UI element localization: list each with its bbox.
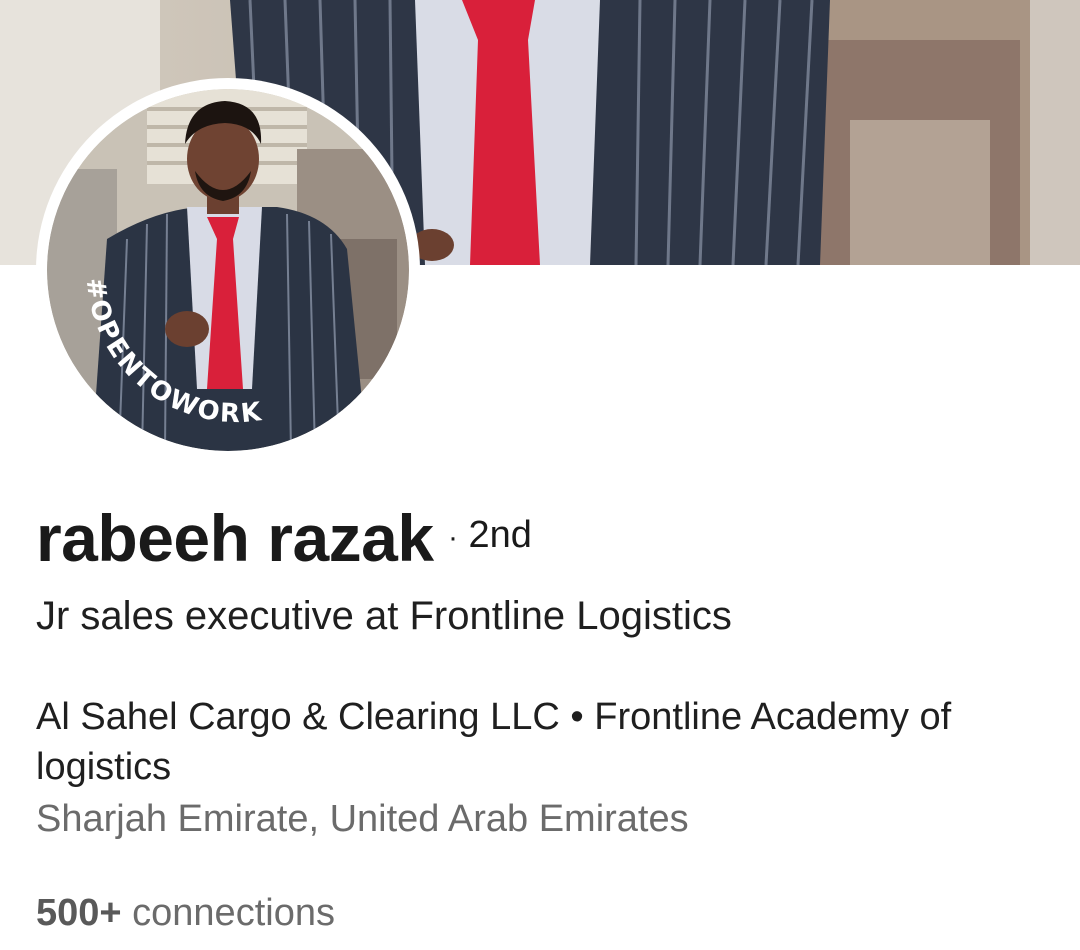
profile-location: Sharjah Emirate, United Arab Emirates xyxy=(36,798,689,840)
connection-degree: 2nd xyxy=(468,514,532,556)
profile-photo-image: #OPENTOWORK xyxy=(47,89,409,451)
connections-link[interactable]: 500+ connections xyxy=(36,892,335,935)
profile-photo[interactable]: #OPENTOWORK xyxy=(47,89,409,451)
connections-count: 500+ xyxy=(36,892,122,934)
connections-label: connections xyxy=(132,892,335,934)
profile-headline: Jr sales executive at Frontline Logistic… xyxy=(36,594,732,638)
profile-name: rabeeh razak xyxy=(36,501,434,575)
profile-experience[interactable]: Al Sahel Cargo & Clearing LLC • Frontlin… xyxy=(36,692,1046,792)
degree-separator: · xyxy=(448,521,459,554)
profile-header: rabeeh razak · 2nd xyxy=(36,500,532,576)
